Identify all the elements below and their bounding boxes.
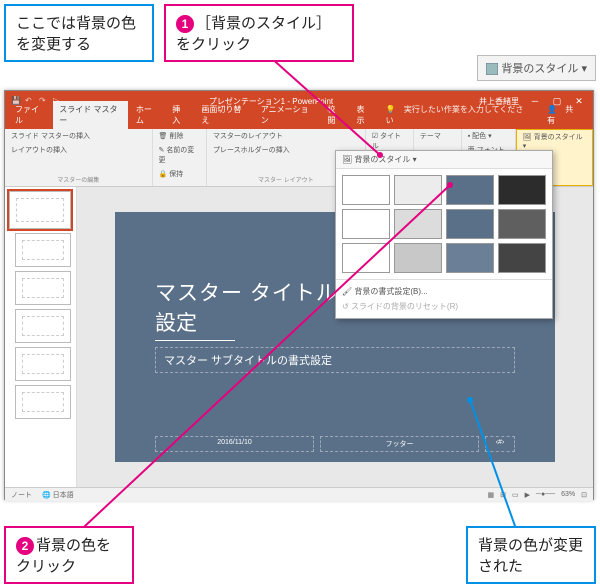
layout-thumbnail[interactable] (15, 347, 71, 381)
group-label: マスターの編集 (11, 175, 146, 184)
style-swatch[interactable] (446, 243, 494, 273)
annotation-step1: 1［背景のスタイル］をクリック (164, 4, 354, 62)
fit-button[interactable]: ⊡ (581, 491, 587, 499)
insert-placeholder-button[interactable]: プレースホルダーの挿入 (213, 145, 290, 155)
paint-icon (486, 63, 498, 75)
tab-home[interactable]: ホーム (130, 101, 164, 129)
style-swatch[interactable] (394, 243, 442, 273)
format-background-item[interactable]: 🖌 背景の書式設定(B)... (342, 284, 546, 299)
thumbnail-pane[interactable] (5, 187, 77, 487)
notes-button[interactable]: ノート (11, 490, 32, 500)
themes-button[interactable]: テーマ (420, 131, 441, 141)
reset-background-item[interactable]: ↺ スライドの背景のリセット(R) (342, 299, 546, 314)
start-icon[interactable]: ▷ (53, 96, 63, 106)
background-style-dropdown: 🖼 背景のスタイル ▾ 🖌 背景の書式設定(B)... ↺ スライドの背景のリセ… (335, 150, 553, 319)
layout-thumbnail[interactable] (15, 233, 71, 267)
status-bar: ノート 🌐 日本語 ▦ ⊞ ▭ ▶ ─●── 63% ⊡ (5, 487, 593, 501)
view-sorter-icon[interactable]: ⊞ (500, 491, 506, 499)
ribbon-tabs: ファイル スライド マスター ホーム 挿入 画面切り替え アニメーション 校閲 … (5, 111, 593, 129)
share-button[interactable]: 👤 共有 (539, 101, 593, 129)
insert-layout-button[interactable]: レイアウトの挿入 (11, 145, 67, 155)
preserve-button[interactable]: 🔒 保持 (159, 169, 200, 179)
view-normal-icon[interactable]: ▦ (487, 491, 494, 499)
ribbon-group-edit-master: スライド マスターの挿入 レイアウトの挿入 マスターの編集 (5, 129, 153, 186)
chevron-down-icon: ▾ (581, 63, 587, 75)
layout-thumbnail[interactable] (15, 309, 71, 343)
zoom-slider[interactable]: ─●── (536, 491, 555, 498)
save-icon[interactable]: 💾 (11, 96, 21, 106)
tell-me[interactable]: 💡 実行したい作業を入力してください (380, 101, 537, 129)
view-slideshow-icon[interactable]: ▶ (525, 491, 530, 499)
master-subtitle[interactable]: マスター サブタイトルの書式設定 (155, 347, 515, 373)
tab-transition[interactable]: 画面切り替え (195, 101, 252, 129)
style-swatch[interactable] (498, 209, 546, 239)
style-swatch-grid (336, 169, 552, 279)
style-swatch[interactable] (342, 175, 390, 205)
ribbon-group-2: 🗑 削除 ✎ 名前の変更 🔒 保持 (153, 129, 207, 186)
annotation-step2: 2背景の色をクリック (4, 526, 134, 584)
dropdown-header: 🖼 背景のスタイル ▾ (336, 151, 552, 169)
tab-slide-master[interactable]: スライド マスター (53, 101, 128, 129)
style-swatch[interactable] (498, 243, 546, 273)
quick-access-toolbar: 💾 ↶ ↷ ▷ (5, 96, 63, 106)
annotation-result: 背景の色が変更された (466, 526, 596, 584)
undo-icon[interactable]: ↶ (25, 96, 35, 106)
colors-button[interactable]: ▪ 配色 ▾ (468, 131, 509, 141)
title-checkbox[interactable]: ☑ タイトル (372, 131, 407, 151)
style-swatch[interactable] (446, 209, 494, 239)
style-swatch[interactable] (342, 243, 390, 273)
style-swatch[interactable] (498, 175, 546, 205)
rename-button[interactable]: ✎ 名前の変更 (159, 145, 200, 165)
language-indicator[interactable]: 🌐 日本語 (42, 490, 74, 500)
tab-view[interactable]: 表示 (351, 101, 378, 129)
style-swatch[interactable] (394, 209, 442, 239)
insert-slide-master-button[interactable]: スライド マスターの挿入 (11, 131, 90, 141)
tab-animation[interactable]: アニメーション (255, 101, 320, 129)
master-thumbnail[interactable] (9, 191, 71, 229)
style-swatch[interactable] (342, 209, 390, 239)
annotation-note: ここでは背景の色を変更する (4, 4, 154, 62)
style-swatch[interactable] (446, 175, 494, 205)
rename-button[interactable]: 🗑 削除 (159, 131, 200, 141)
dropdown-footer: 🖌 背景の書式設定(B)... ↺ スライドの背景のリセット(R) (336, 279, 552, 318)
footer-placeholder[interactable]: フッター (320, 436, 479, 452)
zoom-level[interactable]: 63% (561, 491, 575, 498)
view-reading-icon[interactable]: ▭ (512, 491, 519, 499)
master-layout-button[interactable]: マスターのレイアウト (213, 131, 283, 141)
background-style-button-external[interactable]: 背景のスタイル ▾ (477, 55, 596, 81)
tab-review[interactable]: 校閲 (321, 101, 348, 129)
bg-styles-dropdown-button[interactable]: 🖼 背景のスタイル ▾ (523, 132, 586, 150)
master-title-2[interactable]: 設定 (155, 307, 197, 337)
footer-placeholders: 2016/11/10 フッター ‹#› (155, 436, 515, 452)
style-swatch[interactable] (394, 175, 442, 205)
tab-insert[interactable]: 挿入 (166, 101, 193, 129)
pagenum-placeholder[interactable]: ‹#› (485, 436, 515, 452)
layout-thumbnail[interactable] (15, 271, 71, 305)
background-style-label: 背景のスタイル (501, 63, 578, 75)
redo-icon[interactable]: ↷ (39, 96, 49, 106)
title-underline (155, 340, 235, 341)
layout-thumbnail[interactable] (15, 385, 71, 419)
date-placeholder[interactable]: 2016/11/10 (155, 436, 314, 452)
